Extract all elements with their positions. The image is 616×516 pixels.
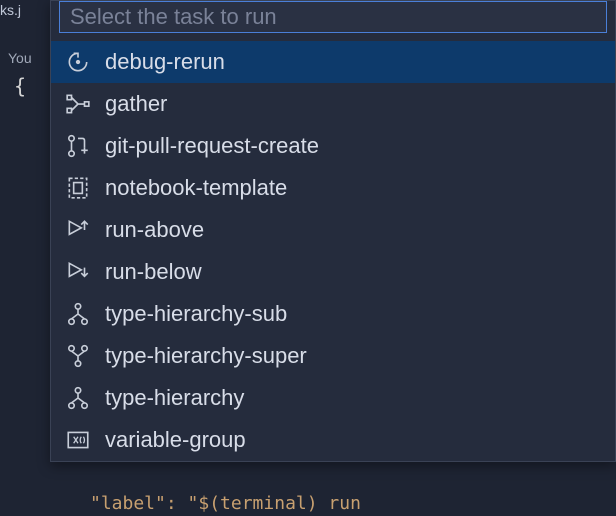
notebook-template-icon	[65, 175, 91, 201]
debug-rerun-icon	[65, 49, 91, 75]
task-list: debug-rerun gather git-pull-request-crea…	[51, 41, 615, 461]
list-item[interactable]: type-hierarchy-super	[51, 335, 615, 377]
list-item[interactable]: git-pull-request-create	[51, 125, 615, 167]
editor-code-fragment: "label": "$(terminal) run	[90, 493, 616, 516]
list-item[interactable]: run-above	[51, 209, 615, 251]
quick-pick-panel: debug-rerun gather git-pull-request-crea…	[50, 0, 616, 462]
editor-background: You {	[0, 0, 50, 516]
editor-brace: {	[0, 74, 50, 98]
run-above-icon	[65, 217, 91, 243]
type-hierarchy-super-icon	[65, 343, 91, 369]
list-item[interactable]: notebook-template	[51, 167, 615, 209]
list-item[interactable]: type-hierarchy	[51, 377, 615, 419]
git-pull-request-create-icon	[65, 133, 91, 159]
list-item-label: notebook-template	[105, 175, 287, 201]
run-below-icon	[65, 259, 91, 285]
list-item-label: gather	[105, 91, 167, 117]
list-item[interactable]: debug-rerun	[51, 41, 615, 83]
list-item[interactable]: variable-group	[51, 419, 615, 461]
type-hierarchy-sub-icon	[65, 301, 91, 327]
type-hierarchy-icon	[65, 385, 91, 411]
list-item-label: variable-group	[105, 427, 246, 453]
list-item-label: type-hierarchy	[105, 385, 244, 411]
list-item-label: type-hierarchy-sub	[105, 301, 287, 327]
list-item[interactable]: type-hierarchy-sub	[51, 293, 615, 335]
variable-group-icon	[65, 427, 91, 453]
list-item-label: git-pull-request-create	[105, 133, 319, 159]
gather-icon	[65, 91, 91, 117]
list-item-label: debug-rerun	[105, 49, 225, 75]
list-item[interactable]: run-below	[51, 251, 615, 293]
task-search-input[interactable]	[59, 1, 607, 33]
list-item-label: run-below	[105, 259, 202, 285]
list-item-label: type-hierarchy-super	[105, 343, 307, 369]
list-item-label: run-above	[105, 217, 204, 243]
list-item[interactable]: gather	[51, 83, 615, 125]
editor-text-fragment: You	[0, 50, 50, 66]
